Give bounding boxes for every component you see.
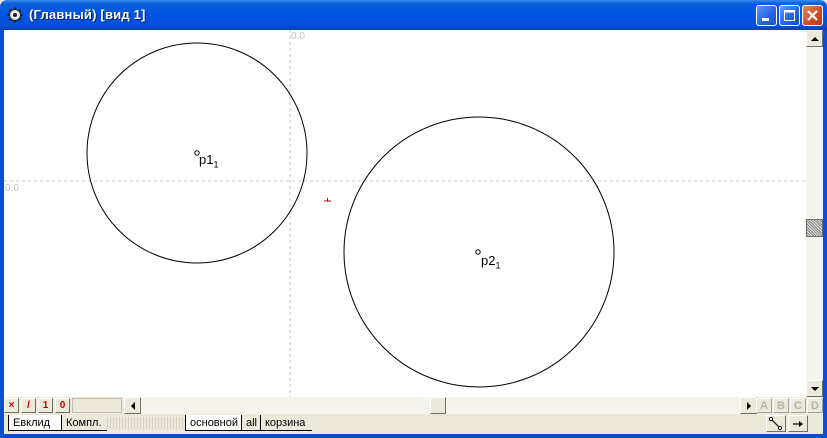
canvas-svg[interactable] bbox=[4, 30, 806, 397]
one-mode-button[interactable]: 1 bbox=[38, 398, 53, 413]
vertical-scrollbar[interactable] bbox=[806, 30, 823, 397]
scroll-up-button[interactable] bbox=[806, 30, 823, 47]
layer-c-button[interactable]: C bbox=[790, 398, 806, 413]
close-button[interactable] bbox=[802, 5, 823, 26]
vertical-scroll-thumb[interactable] bbox=[806, 219, 823, 237]
tab-splitter[interactable] bbox=[107, 417, 183, 429]
minimize-button[interactable] bbox=[756, 5, 777, 26]
horizontal-scroll-thumb[interactable] bbox=[430, 397, 446, 414]
tab-euclid[interactable]: Евклид bbox=[8, 415, 62, 431]
cursor-marker-icon bbox=[324, 198, 331, 202]
origin-label-top: 0.0 bbox=[291, 31, 305, 42]
origin-label-left: 0.0 bbox=[5, 183, 19, 194]
window-frame-bottom bbox=[0, 434, 827, 438]
scroll-left-button[interactable] bbox=[124, 397, 141, 414]
layer-d-button[interactable]: D bbox=[807, 398, 823, 413]
tab-main[interactable]: основной bbox=[185, 415, 242, 431]
arrow-right-icon bbox=[793, 421, 803, 427]
tool-pointer-button[interactable] bbox=[766, 415, 786, 432]
layer-b-button[interactable]: B bbox=[773, 398, 789, 413]
tab-all[interactable]: all bbox=[241, 415, 261, 431]
point-p2-marker[interactable] bbox=[475, 249, 481, 255]
tab-complex[interactable]: Компл. bbox=[61, 415, 107, 431]
drawing-canvas[interactable]: 0.0 0.0 p11 p21 bbox=[4, 30, 806, 397]
pointer-tool-icon bbox=[768, 416, 783, 431]
sheet-tab-bar: Евклид Компл. основной all корзина bbox=[4, 414, 823, 434]
app-gear-icon[interactable] bbox=[7, 7, 23, 23]
mode-indicator-panel bbox=[72, 398, 122, 413]
bottom-toolbar: × / 1 0 A B C D bbox=[4, 397, 823, 414]
title-bar[interactable]: (Главный) [вид 1] bbox=[0, 0, 827, 30]
point-p1-label: p11 bbox=[199, 152, 219, 170]
line-mode-button[interactable]: / bbox=[21, 398, 36, 413]
scroll-down-button[interactable] bbox=[806, 380, 823, 397]
next-arrow-button[interactable] bbox=[788, 415, 808, 432]
window-title: (Главный) [вид 1] bbox=[29, 7, 146, 22]
point-p2-label: p21 bbox=[481, 253, 501, 271]
zero-mode-button[interactable]: 0 bbox=[55, 398, 70, 413]
horizontal-scrollbar[interactable] bbox=[124, 397, 757, 414]
tab-trash[interactable]: корзина bbox=[260, 415, 312, 431]
maximize-button[interactable] bbox=[779, 5, 800, 26]
delete-mode-button[interactable]: × bbox=[4, 398, 19, 413]
layer-a-button[interactable]: A bbox=[756, 398, 772, 413]
window-frame-right bbox=[823, 30, 827, 438]
scroll-right-button[interactable] bbox=[740, 397, 757, 414]
